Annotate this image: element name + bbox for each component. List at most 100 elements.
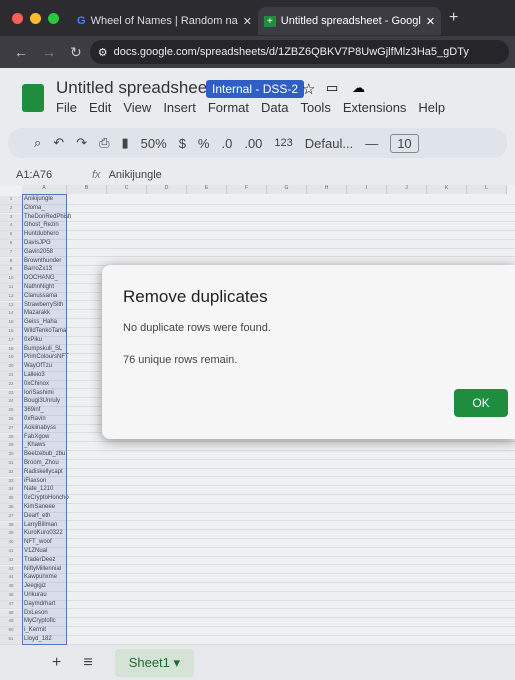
row-number[interactable]: 1: [0, 196, 22, 204]
row-number[interactable]: 9: [0, 266, 22, 274]
row-number[interactable]: 31: [0, 460, 22, 468]
row-number[interactable]: 47: [0, 600, 22, 609]
move-folder-icon[interactable]: ▭: [326, 80, 338, 96]
row-number[interactable]: 20: [0, 363, 22, 371]
row-number[interactable]: 51: [0, 636, 22, 644]
row-number[interactable]: 7: [0, 248, 22, 257]
row-number[interactable]: 23: [0, 389, 22, 398]
column-header[interactable]: J: [387, 185, 427, 194]
menu-data[interactable]: Data: [261, 100, 288, 115]
row-number[interactable]: 5: [0, 231, 22, 239]
row-number[interactable]: 4: [0, 222, 22, 230]
menu-extensions[interactable]: Extensions: [343, 100, 407, 115]
menu-help[interactable]: Help: [418, 100, 445, 115]
row-number[interactable]: 43: [0, 565, 22, 574]
increase-decimal-button[interactable]: .00: [244, 136, 262, 151]
row-number[interactable]: 46: [0, 592, 22, 600]
currency-button[interactable]: $: [179, 136, 186, 151]
row-number[interactable]: 35: [0, 495, 22, 503]
row-number[interactable]: 18: [0, 345, 22, 354]
classification-badge[interactable]: Internal - DSS-2: [206, 80, 305, 98]
font-size-input[interactable]: 10: [390, 133, 419, 153]
row-number[interactable]: 30: [0, 451, 22, 459]
row-number[interactable]: 39: [0, 530, 22, 538]
row-number[interactable]: 38: [0, 521, 22, 530]
add-sheet-button[interactable]: +: [52, 654, 61, 672]
column-header[interactable]: B: [67, 185, 107, 194]
row-number[interactable]: 12: [0, 292, 22, 301]
row-number[interactable]: 49: [0, 618, 22, 626]
row-number[interactable]: 33: [0, 477, 22, 486]
row-number[interactable]: 50: [0, 627, 22, 635]
zoom-select[interactable]: 50%: [141, 136, 167, 151]
row-number[interactable]: 27: [0, 424, 22, 433]
undo-icon[interactable]: ↶: [53, 135, 64, 151]
reload-icon[interactable]: ↻: [70, 44, 82, 61]
formula-input[interactable]: Anikijungle: [109, 169, 162, 181]
column-header[interactable]: G: [267, 185, 307, 194]
search-icon[interactable]: ⌕: [34, 135, 41, 151]
row-number[interactable]: 21: [0, 372, 22, 380]
close-tab-icon[interactable]: ✕: [426, 15, 435, 28]
url-input[interactable]: ⚙ docs.google.com/spreadsheets/d/1ZBZ6QBK…: [89, 40, 509, 64]
row-number[interactable]: 37: [0, 512, 22, 521]
column-header[interactable]: H: [307, 185, 347, 194]
menu-file[interactable]: File: [56, 100, 77, 115]
row-number[interactable]: 19: [0, 354, 22, 362]
minimize-window-button[interactable]: [30, 12, 41, 24]
column-header[interactable]: E: [187, 185, 227, 194]
row-number[interactable]: 22: [0, 380, 22, 389]
row-number[interactable]: 14: [0, 310, 22, 318]
row-number[interactable]: 11: [0, 284, 22, 292]
all-sheets-button[interactable]: ≡: [83, 654, 92, 672]
row-number[interactable]: 40: [0, 539, 22, 547]
row-number[interactable]: 2: [0, 204, 22, 213]
row-number[interactable]: 29: [0, 442, 22, 450]
forward-icon[interactable]: →: [42, 44, 56, 60]
print-icon[interactable]: ⎙: [99, 135, 109, 151]
menu-edit[interactable]: Edit: [89, 100, 111, 115]
row-number[interactable]: 26: [0, 416, 22, 424]
row-number[interactable]: 42: [0, 556, 22, 565]
row-number[interactable]: 24: [0, 398, 22, 406]
menu-tools[interactable]: Tools: [300, 100, 330, 115]
row-number[interactable]: 17: [0, 336, 22, 345]
font-size-decrease[interactable]: —: [365, 136, 378, 151]
percent-button[interactable]: %: [198, 136, 210, 151]
column-header[interactable]: D: [147, 185, 187, 194]
column-header[interactable]: K: [427, 185, 467, 194]
redo-icon[interactable]: ↷: [76, 135, 87, 151]
row-number[interactable]: 36: [0, 504, 22, 512]
ok-button[interactable]: OK: [454, 389, 508, 417]
back-icon[interactable]: ←: [14, 44, 28, 60]
tab-wheel-of-names[interactable]: G Wheel of Names | Random na ✕: [71, 7, 258, 35]
row-number[interactable]: 15: [0, 319, 22, 327]
row-number[interactable]: 3: [0, 213, 22, 222]
row-number[interactable]: 44: [0, 574, 22, 582]
row-number[interactable]: 34: [0, 486, 22, 494]
menu-format[interactable]: Format: [208, 100, 249, 115]
row-number[interactable]: 10: [0, 275, 22, 283]
menu-insert[interactable]: Insert: [163, 100, 196, 115]
row-number[interactable]: 45: [0, 583, 22, 591]
row-number[interactable]: 8: [0, 257, 22, 266]
doc-title[interactable]: Untitled spreadsheet: [56, 78, 212, 98]
font-select[interactable]: Defaul...: [305, 136, 353, 151]
cloud-status-icon[interactable]: ☁: [352, 80, 365, 96]
tab-spreadsheet[interactable]: + Untitled spreadsheet - Googl ✕: [257, 7, 442, 35]
name-box[interactable]: A1:A76: [0, 169, 84, 181]
star-icon[interactable]: ☆: [302, 80, 315, 98]
site-settings-icon[interactable]: ⚙: [98, 46, 108, 59]
row-number[interactable]: 48: [0, 609, 22, 618]
close-window-button[interactable]: [12, 12, 23, 24]
sheet-tab-sheet1[interactable]: Sheet1 ▾: [114, 648, 195, 677]
column-header[interactable]: C: [107, 185, 147, 194]
column-header[interactable]: A: [22, 185, 67, 194]
close-tab-icon[interactable]: ✕: [243, 15, 252, 28]
row-number[interactable]: 41: [0, 548, 22, 556]
maximize-window-button[interactable]: [48, 12, 59, 24]
chevron-down-icon[interactable]: ▾: [174, 655, 181, 670]
sheets-logo[interactable]: [22, 84, 44, 112]
row-number[interactable]: 32: [0, 468, 22, 477]
decrease-decimal-button[interactable]: .0: [221, 136, 232, 151]
